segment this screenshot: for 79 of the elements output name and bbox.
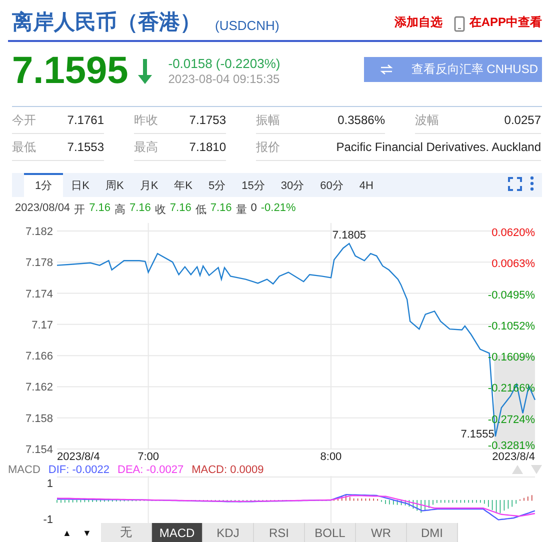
bar-change: -0.21% xyxy=(260,202,296,216)
y-axis-label: 7.178 xyxy=(25,257,53,270)
swap-icon xyxy=(380,64,394,74)
x-axis-label: 2023/8/4 xyxy=(57,451,100,463)
stat-value: Pacific Financial Derivatives. Auckland xyxy=(336,140,541,154)
fullscreen-icon[interactable] xyxy=(508,177,522,191)
y-axis-label: 7.162 xyxy=(25,382,53,394)
period-tab[interactable]: 月K xyxy=(132,173,166,197)
period-tab[interactable]: 5分 xyxy=(200,173,234,197)
period-tab[interactable]: 周K xyxy=(97,173,132,197)
phone-icon xyxy=(454,16,466,32)
stat-label: 振幅 xyxy=(256,112,280,128)
period-tab[interactable]: 15分 xyxy=(234,173,273,197)
stat-value: 7.1553 xyxy=(67,140,104,154)
symbol-code: (USDCNH) xyxy=(215,18,280,33)
period-tab[interactable]: 1分 xyxy=(24,173,64,197)
indicator-tab[interactable]: MACD xyxy=(152,523,203,542)
percent-label: 0.0063% xyxy=(492,258,535,270)
field-value: 7.16 xyxy=(89,202,110,216)
y-axis-label: 7.158 xyxy=(25,412,53,425)
stat-label: 最低 xyxy=(12,138,36,156)
y-axis-label: 7.174 xyxy=(25,288,53,300)
bar-date: 2023/08/04 xyxy=(15,202,70,216)
indicator-tab[interactable]: 无 xyxy=(101,523,152,542)
period-tab[interactable]: 4H xyxy=(351,173,382,197)
price: 7.1595 xyxy=(12,50,128,92)
period-tab[interactable]: 60分 xyxy=(312,173,352,197)
field-value: 7.16 xyxy=(210,202,232,216)
stat-label: 最高 xyxy=(134,138,158,156)
y-axis-label: 7.182 xyxy=(25,226,53,238)
indicator-tab[interactable]: KDJ xyxy=(203,523,254,542)
stat-value: 7.1761 xyxy=(67,113,104,127)
high-price-label: 7.1805 xyxy=(332,229,366,242)
indicator-tab[interactable]: RSI xyxy=(254,523,305,542)
x-axis-label: 7:00 xyxy=(138,451,160,463)
legend-value: MACD: 0.0009 xyxy=(192,464,264,476)
price-change: -0.0158 (-0.2203%) xyxy=(168,56,280,71)
stat-label: 波幅 xyxy=(415,112,439,128)
y-axis-label: 7.17 xyxy=(32,319,53,332)
percent-label: -0.3281% xyxy=(488,440,535,452)
indicator-name: MACD xyxy=(8,464,40,476)
stat-value: 7.1753 xyxy=(189,113,226,127)
field-value: 0 xyxy=(250,202,257,216)
field-label: 开 xyxy=(74,203,86,217)
percent-label: 0.0620% xyxy=(492,227,535,239)
stat-label: 报价 xyxy=(256,138,280,156)
quote-time: 2023-08-04 09:15:35 xyxy=(168,72,280,86)
stat-value: 0.0257 xyxy=(504,113,541,127)
percent-label: -0.0495% xyxy=(488,289,535,302)
period-tab[interactable]: 日K xyxy=(63,173,98,197)
indicator-tab[interactable]: BOLL xyxy=(305,523,356,542)
add-watchlist-link[interactable]: 添加自选 xyxy=(394,14,442,31)
stat-label: 昨收 xyxy=(134,112,158,128)
field-label: 高 xyxy=(114,202,126,217)
stat-label: 今开 xyxy=(12,112,36,128)
stat-value: 0.3586% xyxy=(338,113,385,127)
y-axis-label: 1 xyxy=(46,478,53,490)
legend-value: DEA: -0.0027 xyxy=(118,464,184,476)
percent-label: -0.1052% xyxy=(488,320,535,332)
more-icon[interactable] xyxy=(530,176,534,191)
x-axis-label: 2023/8/4 xyxy=(492,451,535,463)
indicator-tab[interactable]: DMI xyxy=(407,523,458,542)
legend-value: DIF: -0.0022 xyxy=(48,464,110,476)
low-price-label: 7.1555 xyxy=(460,428,494,441)
y-axis-label: 7.166 xyxy=(25,350,53,363)
y-axis-label: 7.154 xyxy=(25,444,53,456)
field-value: 7.16 xyxy=(129,202,151,216)
period-tab[interactable]: 年K xyxy=(166,173,200,197)
view-in-app-link[interactable]: 在APP中查看 xyxy=(469,14,542,31)
field-label: 低 xyxy=(195,203,206,217)
indicator-tab[interactable]: WR xyxy=(356,523,407,542)
field-value: 7.16 xyxy=(170,202,192,216)
x-axis-label: 8:00 xyxy=(320,451,342,463)
page-title: 离岸人民币（香港） xyxy=(12,10,201,36)
field-label: 收 xyxy=(154,203,166,217)
y-axis-label: -1 xyxy=(43,514,53,524)
field-label: 量 xyxy=(236,203,247,217)
period-tab[interactable]: 30分 xyxy=(272,173,312,197)
stat-value: 7.1810 xyxy=(189,140,226,154)
